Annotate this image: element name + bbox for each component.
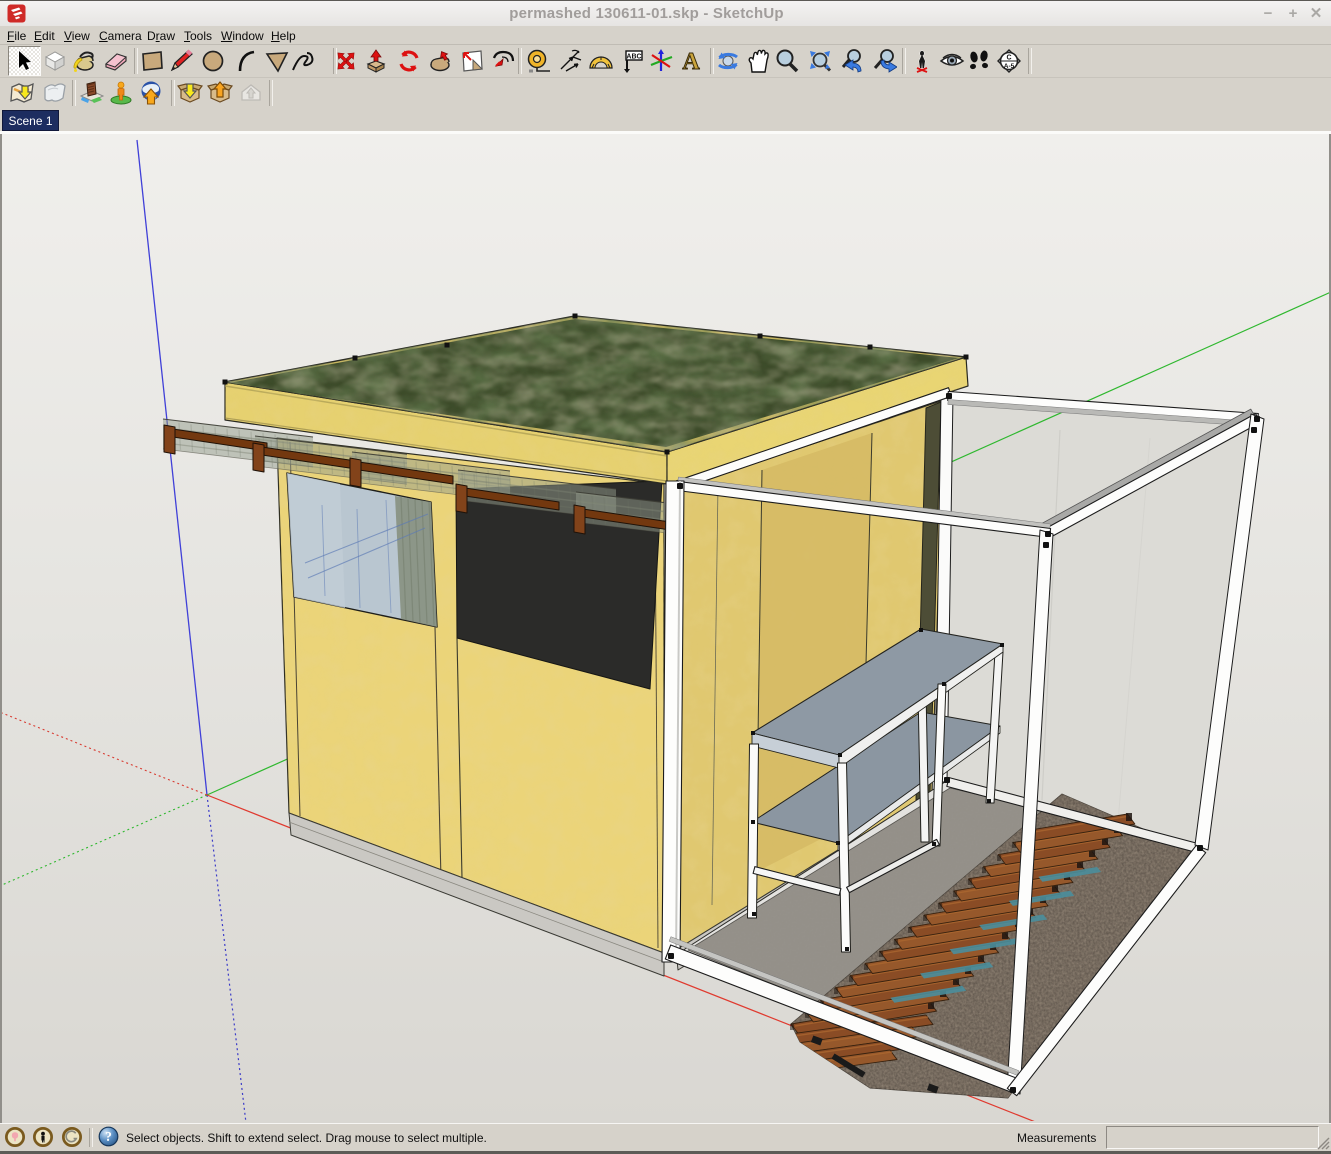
svg-text:ABC: ABC (626, 54, 641, 61)
svg-text:A-5: A-5 (1004, 63, 1015, 70)
svg-text:A: A (682, 49, 700, 74)
svg-text:?: ? (105, 1129, 112, 1144)
svg-text:C: C (1006, 55, 1011, 62)
